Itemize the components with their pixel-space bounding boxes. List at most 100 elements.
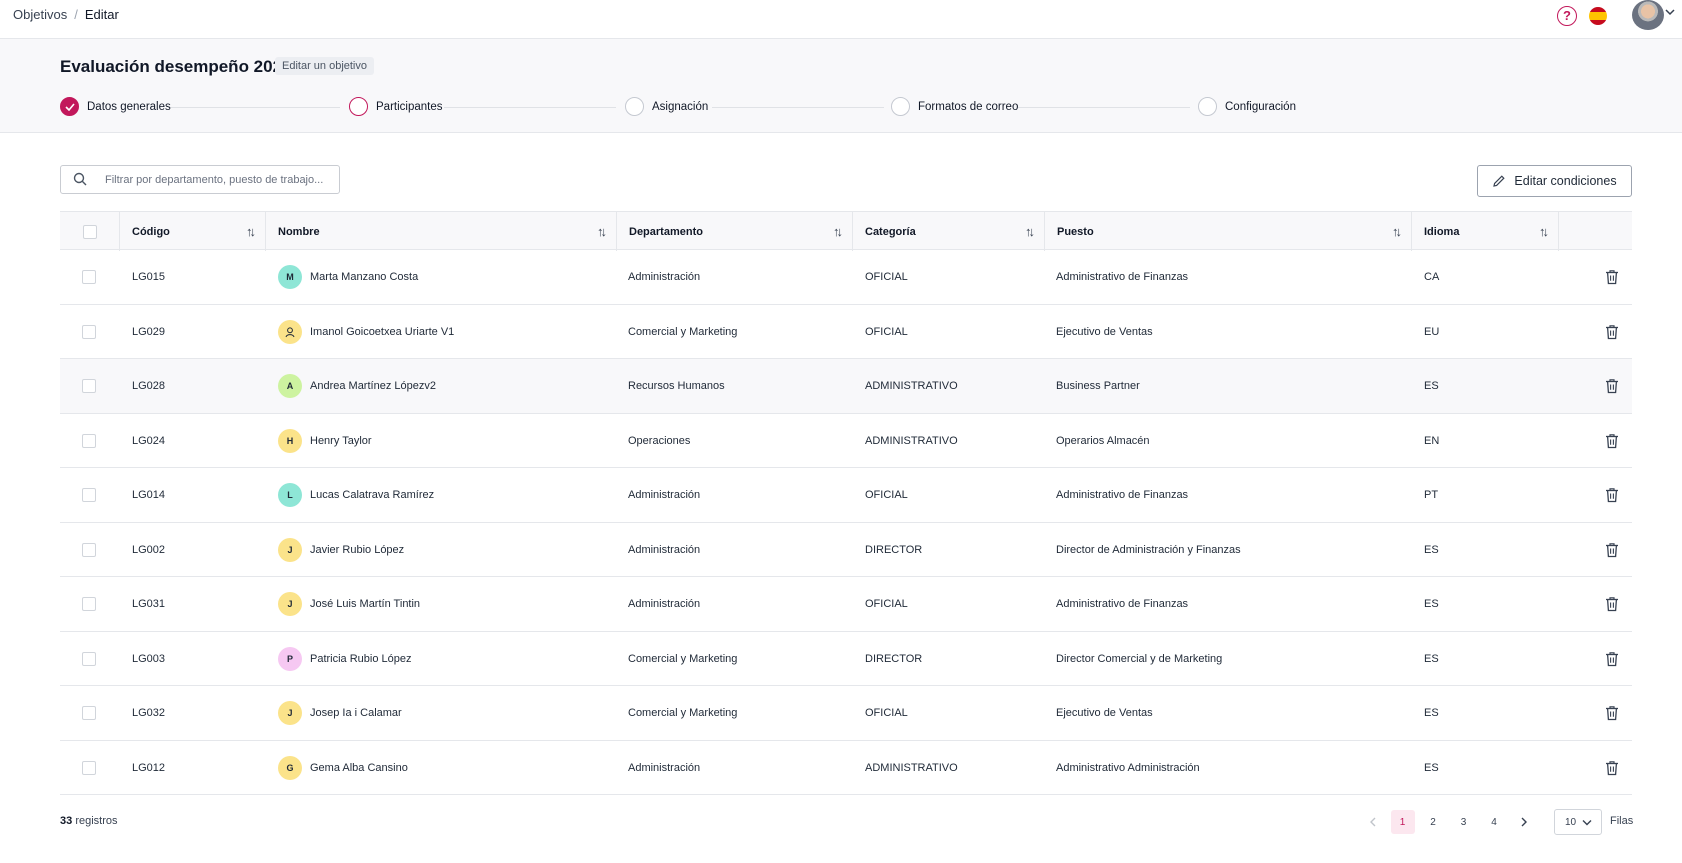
cell-name: L Lucas Calatrava Ramírez — [278, 468, 434, 522]
sort-icon[interactable]: ↑↓ — [1392, 224, 1402, 239]
step-participantes[interactable]: Participantes — [349, 97, 442, 116]
previous-page-icon[interactable] — [1360, 810, 1384, 834]
trash-icon[interactable] — [1605, 542, 1619, 558]
row-select-cell — [82, 577, 96, 631]
step-formatos-correo[interactable]: Formatos de correo — [891, 97, 1018, 116]
page-button[interactable]: 1 — [1390, 810, 1415, 834]
step-circle-icon — [891, 97, 910, 116]
participant-name: Josep Ia i Calamar — [310, 707, 402, 719]
row-select-cell — [82, 523, 96, 577]
participant-name: Andrea Martínez Lópezv2 — [310, 380, 436, 392]
column-header-language[interactable]: Idioma ↑↓ — [1412, 212, 1559, 251]
cell-category: DIRECTOR — [865, 543, 923, 556]
breadcrumb-parent-link[interactable]: Objetivos — [13, 7, 67, 22]
select-all-checkbox[interactable] — [82, 224, 97, 239]
table-row[interactable]: LG031 J José Luis Martín Tintin Administrac… — [60, 577, 1632, 632]
cell-code: LG015 — [132, 271, 166, 283]
trash-icon[interactable] — [1605, 596, 1619, 612]
rows-per-page-select[interactable]: 10 — [1554, 809, 1602, 835]
sort-icon[interactable]: ↑↓ — [1539, 224, 1549, 239]
participant-name: Patricia Rubio López — [310, 652, 412, 665]
cell-language: ES — [1424, 707, 1439, 719]
cell-department: Comercial y Marketing — [628, 325, 738, 338]
step-configuracion[interactable]: Configuración — [1198, 97, 1296, 116]
row-checkbox[interactable] — [82, 270, 96, 284]
table-row[interactable]: LG003 P Patricia Rubio López Comercial y Ma… — [60, 632, 1632, 686]
spain-flag-icon[interactable] — [1589, 7, 1607, 25]
cell-language: ES — [1424, 598, 1439, 610]
table-row[interactable]: LG032 J Josep Ia i Calamar Comercial y Mark… — [60, 686, 1632, 741]
row-checkbox[interactable] — [82, 706, 96, 720]
row-checkbox[interactable] — [82, 542, 96, 557]
page-button[interactable]: 4 — [1482, 810, 1506, 834]
row-checkbox[interactable] — [82, 651, 96, 666]
cell-position: Administrativo de Finanzas — [1056, 271, 1189, 283]
trash-icon[interactable] — [1605, 651, 1619, 667]
sort-icon[interactable]: ↑↓ — [833, 224, 843, 239]
step-datos-generales[interactable]: Datos generales — [60, 97, 171, 116]
page-button[interactable]: 2 — [1421, 810, 1445, 834]
row-checkbox[interactable] — [82, 488, 96, 502]
user-avatar[interactable] — [1632, 0, 1664, 30]
search-input[interactable] — [105, 170, 333, 190]
trash-icon[interactable] — [1605, 269, 1619, 285]
cell-language: EU — [1424, 325, 1440, 338]
table-row[interactable]: LG028 A Andrea Martínez Lópezv2 Recursos Hu… — [60, 359, 1632, 414]
delete-cell — [1605, 686, 1619, 740]
cell-position: Operarios Almacén — [1056, 434, 1150, 447]
sort-icon[interactable]: ↑↓ — [597, 224, 607, 239]
delete-cell — [1605, 250, 1619, 304]
edit-conditions-button[interactable]: Editar condiciones — [1477, 165, 1632, 197]
rows-per-page-value: 10 — [1565, 816, 1577, 828]
column-header-category[interactable]: Categoría ↑↓ — [853, 212, 1045, 251]
row-checkbox[interactable] — [82, 433, 96, 448]
column-header-position[interactable]: Puesto ↑↓ — [1045, 212, 1412, 251]
participant-name: Javier Rubio López — [310, 543, 405, 556]
cell-position: Administrativo Administración — [1056, 761, 1200, 774]
cell-code: LG002 — [132, 543, 166, 556]
row-checkbox[interactable] — [82, 760, 96, 775]
trash-icon[interactable] — [1605, 760, 1619, 776]
table-row[interactable]: LG014 L Lucas Calatrava Ramírez Administrac… — [60, 468, 1632, 523]
step-asignacion[interactable]: Asignación — [625, 97, 708, 116]
header-select-all — [60, 212, 120, 251]
next-page-icon[interactable] — [1513, 810, 1537, 834]
cell-name: H Henry Taylor — [278, 414, 372, 468]
row-checkbox[interactable] — [82, 324, 96, 339]
rows-per-page-label: Filas — [1610, 815, 1634, 827]
column-header-department[interactable]: Departamento ↑↓ — [617, 212, 853, 251]
trash-icon[interactable] — [1605, 433, 1619, 449]
column-label: Categoría — [865, 225, 916, 238]
sort-icon[interactable]: ↑↓ — [1025, 224, 1035, 239]
delete-cell — [1605, 359, 1619, 413]
avatar: P — [278, 646, 302, 671]
row-checkbox[interactable] — [82, 597, 96, 611]
trash-icon[interactable] — [1605, 378, 1619, 394]
table-header: Código ↑↓ Nombre ↑↓ Departamento ↑↓ Cate… — [60, 211, 1632, 251]
column-header-code[interactable]: Código ↑↓ — [120, 212, 266, 251]
cell-department: Comercial y Marketing — [628, 652, 738, 665]
trash-icon[interactable] — [1605, 324, 1619, 340]
table-row[interactable]: LG015 M Marta Manzano Costa Administración O… — [60, 250, 1632, 305]
row-checkbox[interactable] — [82, 379, 96, 393]
top-bar: Objetivos / Editar ? — [0, 0, 1682, 39]
table-row[interactable]: LG024 H Henry Taylor Operaciones ADMINISTRAT… — [60, 414, 1632, 468]
avatar: L — [278, 483, 302, 507]
column-label: Idioma — [1424, 225, 1460, 238]
help-icon[interactable]: ? — [1557, 6, 1577, 26]
table-body: LG015 M Marta Manzano Costa Administración O… — [60, 250, 1632, 795]
cell-language: ES — [1424, 380, 1439, 392]
table-row[interactable]: LG002 J Javier Rubio López Administración DI… — [60, 523, 1632, 577]
page-button[interactable]: 3 — [1452, 810, 1476, 834]
trash-icon[interactable] — [1605, 487, 1619, 503]
cell-department: Recursos Humanos — [628, 380, 725, 392]
delete-cell — [1605, 523, 1619, 577]
table-row[interactable]: LG012 G Gema Alba Cansino Administración ADM… — [60, 741, 1632, 795]
cell-code: LG031 — [132, 598, 166, 610]
table-row[interactable]: LG029 Imanol Goicoetxea Uriarte V1 Comerci… — [60, 305, 1632, 359]
cell-name: G Gema Alba Cansino — [278, 741, 408, 795]
column-header-name[interactable]: Nombre ↑↓ — [266, 212, 617, 251]
sort-icon[interactable]: ↑↓ — [246, 224, 256, 239]
trash-icon[interactable] — [1605, 705, 1619, 721]
chevron-down-icon[interactable] — [1665, 8, 1675, 19]
